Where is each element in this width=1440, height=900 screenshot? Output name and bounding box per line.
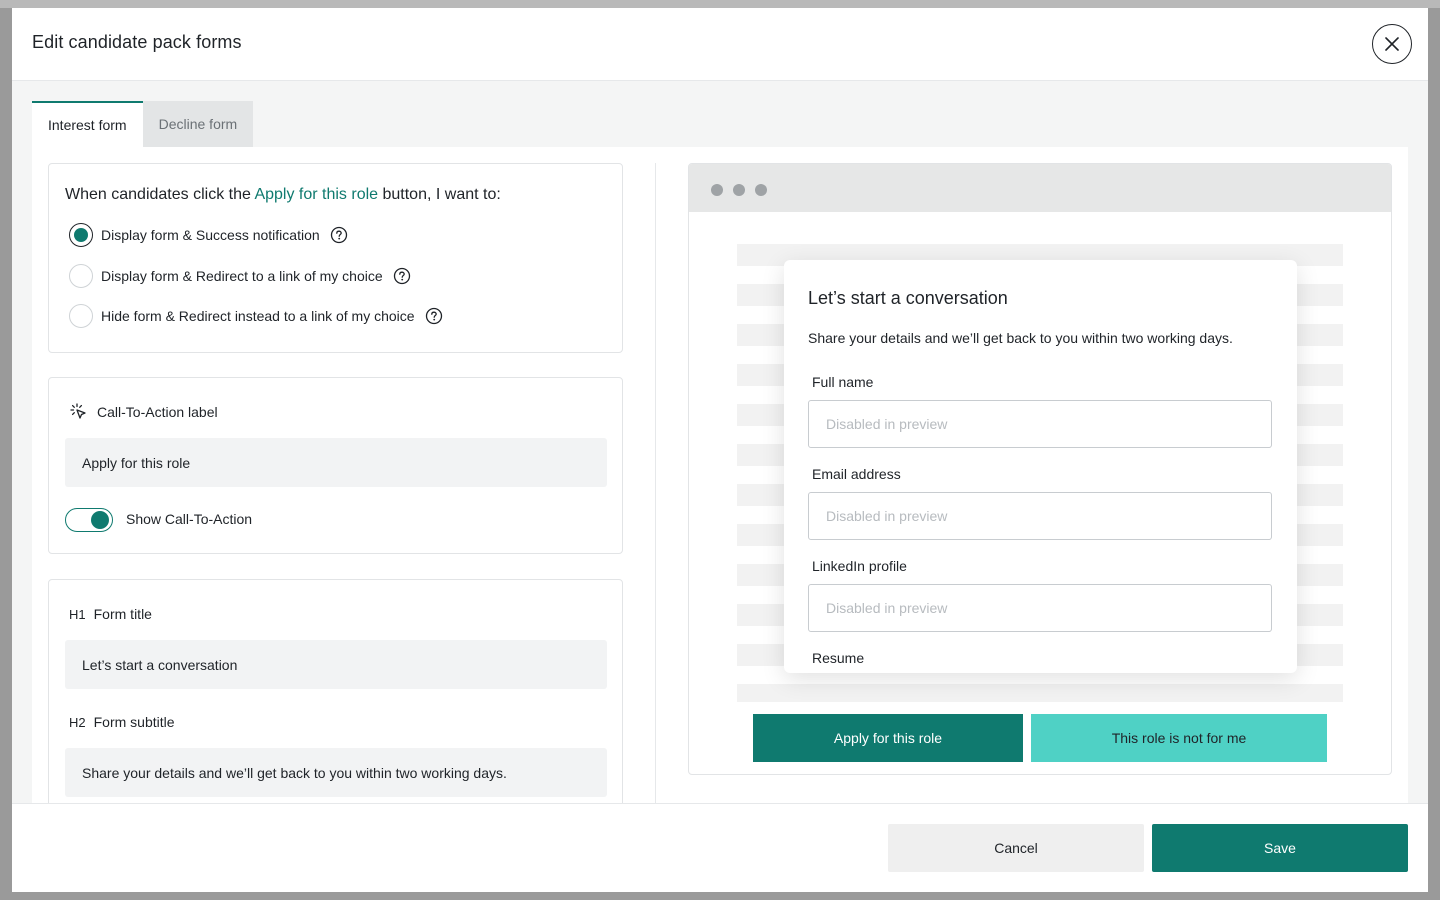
radio-button[interactable]: [69, 304, 93, 328]
cursor-click-icon: [70, 403, 86, 419]
browser-dot: [755, 184, 767, 196]
tab-content: When candidates click the Apply for this…: [32, 147, 1408, 819]
form-title-input[interactable]: Let’s start a conversation: [65, 640, 607, 689]
radio-option-label: Hide form & Redirect instead to a link o…: [101, 308, 415, 324]
cta-label-title: Call-To-Action label: [97, 404, 218, 420]
cta-behavior-card: When candidates click the Apply for this…: [48, 163, 623, 353]
column-divider: [655, 163, 656, 803]
tab-interest-form[interactable]: Interest form: [32, 101, 143, 147]
behavior-question: When candidates click the Apply for this…: [65, 186, 501, 204]
help-icon[interactable]: [330, 226, 348, 244]
linkedin-label: LinkedIn profile: [812, 558, 907, 574]
preview-form-subtitle: Share your details and we’ll get back to…: [808, 330, 1233, 346]
full-name-label: Full name: [812, 374, 874, 390]
cancel-button[interactable]: Cancel: [888, 824, 1144, 872]
form-tabs: Interest form Decline form: [32, 101, 254, 147]
edit-forms-modal: Edit candidate pack forms Interest form …: [12, 8, 1428, 892]
cta-label-card: Call-To-Action label Apply for this role…: [48, 377, 623, 554]
resume-label: Resume: [812, 650, 865, 666]
h2-tag: H2: [69, 714, 86, 730]
behavior-question-prefix: When candidates click the: [65, 186, 255, 203]
skeleton-line: [737, 684, 1343, 702]
help-icon[interactable]: [425, 307, 443, 325]
show-cta-label: Show Call-To-Action: [126, 511, 253, 527]
form-title-label: Form title: [93, 606, 152, 622]
form-title-heading: H1 Form title: [69, 606, 152, 622]
preview-decline-button[interactable]: This role is not for me: [1031, 714, 1327, 762]
form-subtitle-heading: H2 Form subtitle: [69, 714, 175, 730]
preview-form-card: Let’s start a conversation Share your de…: [784, 260, 1297, 673]
behavior-question-suffix: button, I want to:: [378, 186, 501, 203]
radio-option-redirect[interactable]: Display form & Redirect to a link of my …: [69, 264, 411, 288]
email-label: Email address: [812, 466, 901, 482]
behavior-question-link: Apply for this role: [254, 186, 379, 203]
browser-dot: [711, 184, 723, 196]
form-titles-card: H1 Form title Let’s start a conversation…: [48, 579, 623, 819]
email-field: Disabled in preview: [808, 492, 1272, 540]
full-name-field: Disabled in preview: [808, 400, 1272, 448]
modal-footer: Cancel Save: [12, 803, 1428, 892]
form-preview: Let’s start a conversation Share your de…: [688, 163, 1392, 775]
modal-title: Edit candidate pack forms: [32, 32, 242, 52]
browser-bar: [689, 164, 1391, 212]
save-button[interactable]: Save: [1152, 824, 1408, 872]
modal-header: Edit candidate pack forms: [12, 8, 1428, 81]
close-icon: [1385, 37, 1399, 51]
radio-button[interactable]: [69, 264, 93, 288]
show-cta-toggle[interactable]: [65, 508, 113, 532]
form-subtitle-input[interactable]: Share your details and we’ll get back to…: [65, 748, 607, 797]
radio-option-success[interactable]: Display form & Success notification: [69, 223, 348, 247]
radio-option-hide-redirect[interactable]: Hide form & Redirect instead to a link o…: [69, 304, 443, 328]
tab-decline-form[interactable]: Decline form: [142, 101, 254, 147]
preview-apply-button[interactable]: Apply for this role: [753, 714, 1023, 762]
preview-form-title: Let’s start a conversation: [808, 288, 1008, 308]
radio-button[interactable]: [69, 223, 93, 247]
radio-option-label: Display form & Success notification: [101, 227, 320, 243]
browser-dot: [733, 184, 745, 196]
cta-label-heading: Call-To-Action label: [69, 402, 218, 422]
cta-label-input[interactable]: Apply for this role: [65, 438, 607, 487]
linkedin-field: Disabled in preview: [808, 584, 1272, 632]
h1-tag: H1: [69, 606, 86, 622]
form-subtitle-label: Form subtitle: [93, 714, 175, 730]
help-icon[interactable]: [393, 267, 411, 285]
backdrop: [0, 0, 1440, 8]
close-button[interactable]: [1372, 24, 1412, 64]
radio-option-label: Display form & Redirect to a link of my …: [101, 268, 383, 284]
